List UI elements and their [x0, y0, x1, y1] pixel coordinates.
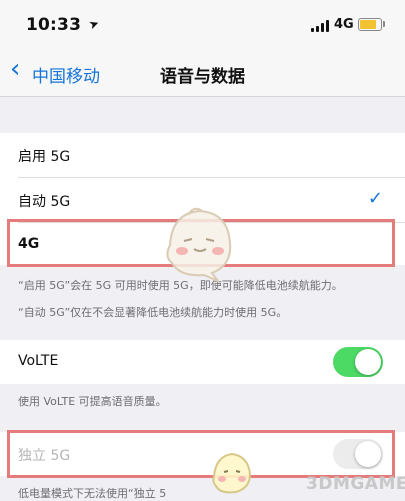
footnote-volte: 使用 VoLTE 可提高语音质量。 — [18, 395, 167, 408]
volte-toggle[interactable] — [333, 347, 383, 377]
highlight-box-sa-5g — [7, 430, 395, 478]
option-enable-5g[interactable]: 启用 5G — [0, 133, 405, 177]
option-label: 启用 5G — [18, 149, 71, 165]
location-arrow-icon: ➤ — [86, 15, 102, 33]
battery-icon — [358, 18, 382, 31]
footnote-auto-5g: “自动 5G”仅在不会显著降低电池续航能力时使用 5G。 — [18, 306, 288, 319]
cellular-signal-icon — [311, 20, 329, 32]
status-time: 10:33 — [26, 15, 82, 35]
battery-tip — [383, 21, 385, 27]
network-type-label: 4G — [334, 17, 354, 32]
toggle-knob — [355, 349, 381, 375]
volte-group: VoLTE — [0, 340, 405, 384]
navigation-bar: ‹ 中国移动 语音与数据 — [0, 46, 405, 97]
watermark-mascot-small-icon — [212, 452, 252, 494]
status-bar: 10:33 ➤ 4G — [0, 0, 405, 46]
watermark-text: 3DMGAME — [306, 474, 405, 494]
option-label: 自动 5G — [18, 194, 71, 210]
volte-label: VoLTE — [18, 353, 59, 369]
page-title: 语音与数据 — [160, 67, 245, 87]
watermark-mascot-icon — [166, 207, 232, 283]
battery-level — [360, 20, 376, 29]
checkmark-icon: ✓ — [367, 188, 383, 209]
